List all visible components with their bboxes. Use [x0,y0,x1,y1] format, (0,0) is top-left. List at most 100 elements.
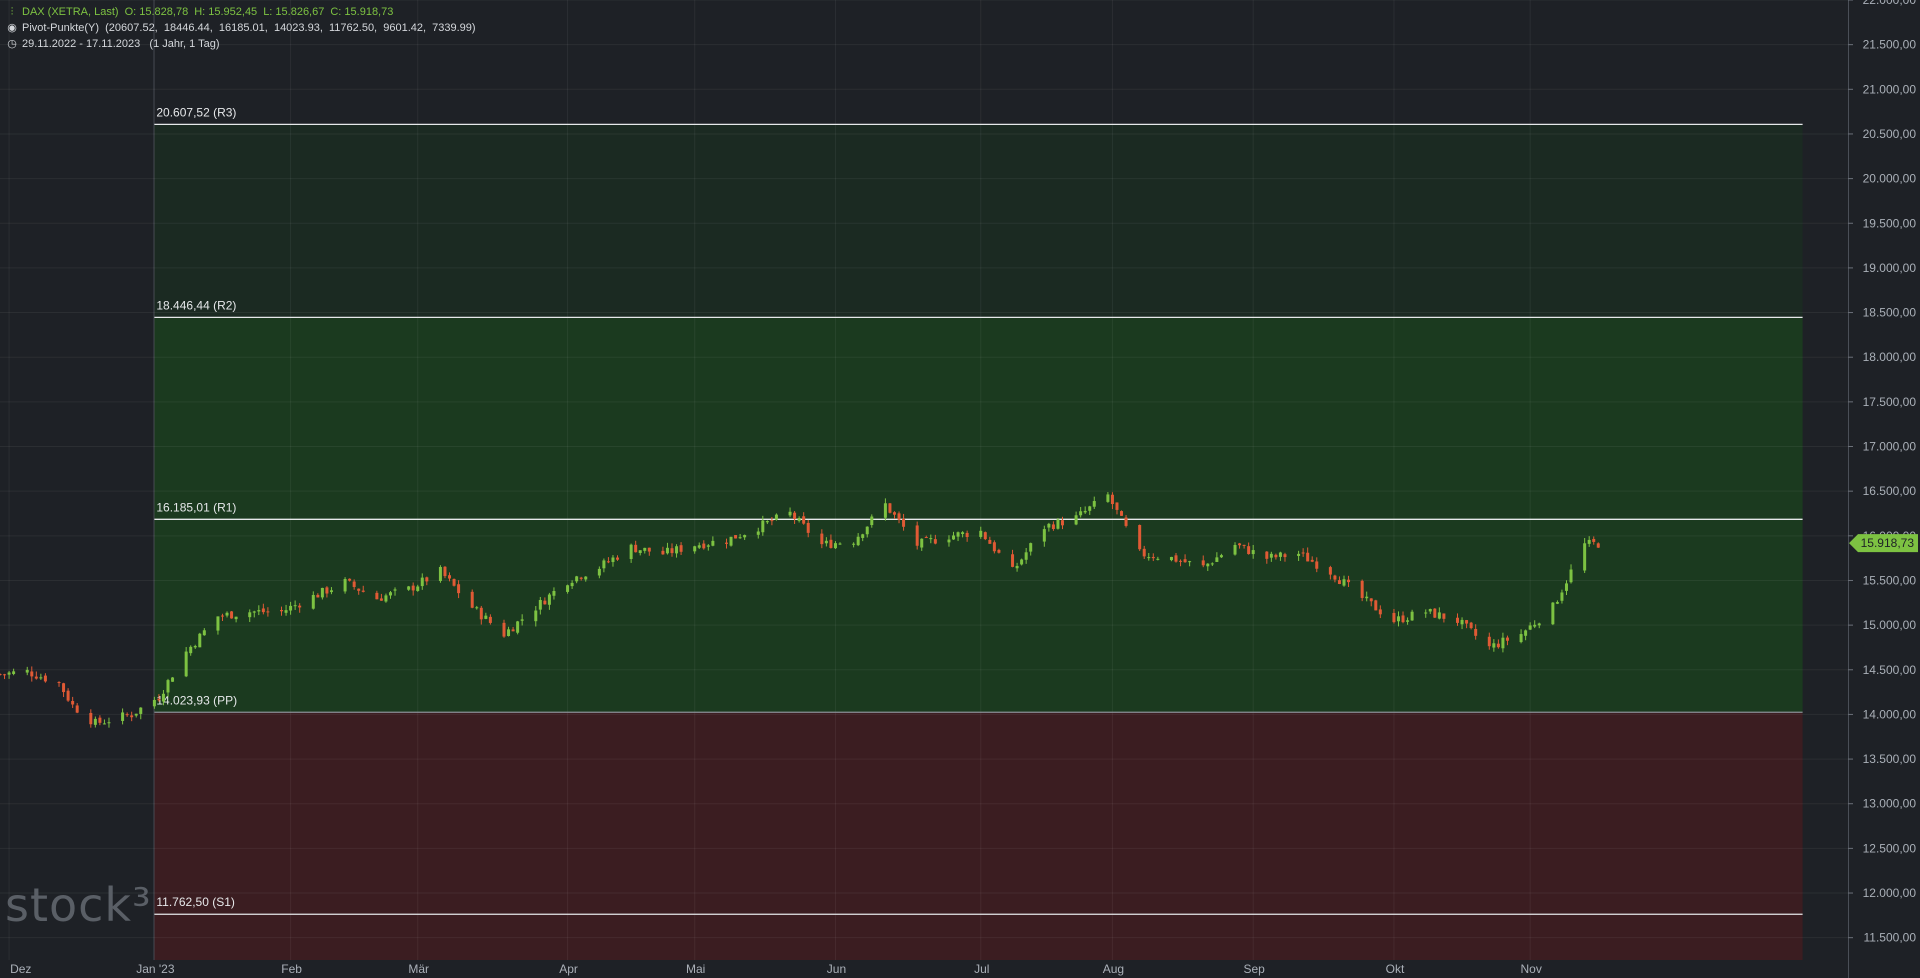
x-axis-label: Jul [974,962,989,976]
candle-body [361,590,365,592]
y-axis-label: 14.500,00 [1863,663,1917,677]
candle-body [661,550,665,555]
candle-body [1505,637,1509,641]
candle-body [920,538,924,548]
y-axis-label: 17.000,00 [1863,440,1917,454]
candle-body [384,595,388,602]
candle-body [1083,510,1087,513]
candle-body [1333,575,1337,580]
legend-indicator[interactable]: ◉ Pivot-Punkte(Y) (20607.52, 18446.44, 16… [6,22,476,35]
zone-resistance [154,317,1803,713]
instrument-name[interactable]: DAX (XETRA, Last) [22,6,119,18]
candle-body [638,550,642,553]
candle-body [1306,552,1310,562]
candle-body [502,622,506,637]
candle-body [30,671,34,677]
candle-body [552,591,556,596]
candle-body [1551,602,1555,625]
y-axis-label: 16.500,00 [1863,484,1917,498]
candle-body [1496,643,1500,648]
y-axis-label: 15.000,00 [1863,618,1917,632]
candle-body [861,534,865,538]
legend-range[interactable]: ◷ 29.11.2022 - 17.11.2023 (1 Jahr, 1 Tag) [6,38,220,51]
candle-body [452,578,456,586]
candle-body [1042,529,1046,542]
candle-body [516,621,520,633]
candle-body [379,598,383,601]
candle-body [1242,544,1246,546]
candle-body [1592,538,1596,542]
candle-body [1492,643,1496,648]
x-axis-label: Sep [1244,962,1266,976]
x-axis-label: Dez [10,962,31,976]
candle-body [1465,620,1469,624]
candle-body [797,517,801,521]
candle-body [965,532,969,537]
candle-body [157,698,161,701]
candle-body [407,586,411,590]
y-axis-label: 17.500,00 [1863,395,1917,409]
candle-body [134,713,138,716]
candle-body [761,520,765,533]
candle-body [0,674,2,676]
candle-body [230,611,234,619]
candle-body [193,645,197,648]
candle-body [1337,580,1341,584]
candle-body [261,608,265,613]
low-value: L: 15.826,67 [263,6,325,18]
candle-body [1106,494,1110,502]
candle-body [1015,565,1019,569]
candle-body [1378,609,1382,615]
candle-body [1342,579,1346,586]
candle-body [293,605,297,607]
candle-body [470,591,474,608]
candle-body [1310,559,1314,562]
candle-body [1233,544,1237,555]
candle-body [316,594,320,598]
candle-body [475,607,479,609]
candle-body [1569,569,1573,583]
candle-body [57,682,61,684]
indicator-text: Pivot-Punkte(Y) (20607.52, 18446.44, 161… [22,22,476,34]
candle-body [1120,511,1124,516]
candle-body [616,557,620,560]
y-axis-label: 19.500,00 [1863,216,1917,230]
x-axis-label: Apr [559,962,578,976]
y-axis-label: 20.500,00 [1863,127,1917,141]
candle-body [1528,625,1532,630]
candle-body [39,677,43,679]
zone-r3-r2 [154,124,1803,318]
candle-body [729,536,733,546]
candle-body [1587,539,1591,544]
candle-body [62,683,66,693]
candle-body [1124,517,1128,526]
candle-body [793,512,797,520]
candle-body [1079,511,1083,516]
candle-body [352,581,356,587]
candle-body [820,533,824,545]
candle-body [1115,502,1119,510]
candle-body [325,587,329,594]
candle-body [1169,556,1173,561]
candle-body [1424,612,1428,614]
candle-body [566,585,570,592]
candle-body [1410,611,1414,621]
candle-body [102,723,106,725]
candle-body [1392,612,1396,623]
price-chart[interactable]: 20.607,52 (R3) 18.446,44 (R2) 16.185,01 (R… [0,0,1920,978]
candle-body [348,578,352,581]
candle-body [1533,624,1537,627]
candle-body [248,612,252,618]
candle-body [479,607,483,620]
candle-body [25,669,29,673]
candle-body [1456,617,1460,623]
candle-body [1501,637,1505,649]
candle-body [902,518,906,527]
y-axis-label: 18.000,00 [1863,350,1917,364]
target-icon: ◉ [7,22,17,34]
range-text: 29.11.2022 - 17.11.2023 (1 Jahr, 1 Tag) [22,38,220,50]
x-axis-label: Okt [1386,962,1405,976]
candle-body [438,566,442,581]
watermark-logo: stock³ [5,878,152,932]
candle-body [584,576,588,580]
